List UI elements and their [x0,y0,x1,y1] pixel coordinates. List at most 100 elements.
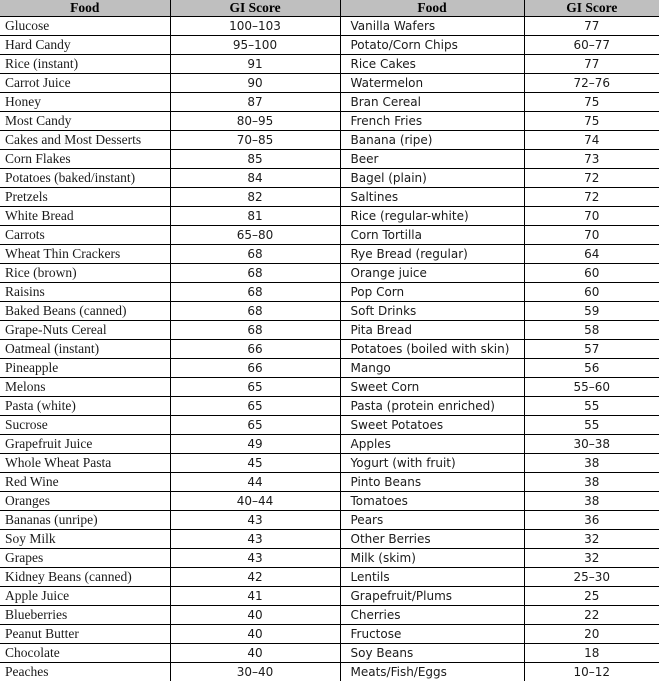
cell-gi-score-right: 60–77 [524,36,659,55]
cell-food-right: Beer [340,150,524,169]
cell-food-left: Pineapple [0,359,170,378]
cell-food-right: Rice (regular-white) [340,207,524,226]
cell-gi-score-left: 43 [170,511,340,530]
cell-food-right: Soft Drinks [340,302,524,321]
cell-food-right: Other Berries [340,530,524,549]
table-row: Rice (brown)68Orange juice60 [0,264,659,283]
cell-food-left: Hard Candy [0,36,170,55]
table-row: Pretzels82Saltines72 [0,188,659,207]
cell-food-right: Pita Bread [340,321,524,340]
table-row: Apple Juice41Grapefruit/Plums25 [0,587,659,606]
cell-gi-score-right: 55 [524,416,659,435]
cell-food-left: Sucrose [0,416,170,435]
cell-gi-score-right: 56 [524,359,659,378]
table-row: Soy Milk43Other Berries32 [0,530,659,549]
cell-gi-score-left: 80–95 [170,112,340,131]
cell-gi-score-left: 70–85 [170,131,340,150]
glycemic-index-table: Food GI Score Food GI Score Glucose100–1… [0,0,659,681]
cell-food-right: Cherries [340,606,524,625]
cell-food-left: Cakes and Most Desserts [0,131,170,150]
cell-food-right: Potato/Corn Chips [340,36,524,55]
cell-gi-score-left: 65 [170,397,340,416]
cell-food-left: Carrots [0,226,170,245]
cell-food-left: Peanut Butter [0,625,170,644]
cell-food-right: Potatoes (boiled with skin) [340,340,524,359]
cell-food-right: Watermelon [340,74,524,93]
cell-gi-score-left: 100–103 [170,17,340,36]
cell-gi-score-left: 45 [170,454,340,473]
cell-gi-score-right: 18 [524,644,659,663]
cell-food-left: Carrot Juice [0,74,170,93]
cell-food-right: Soy Beans [340,644,524,663]
cell-food-left: Pasta (white) [0,397,170,416]
cell-food-right: Apples [340,435,524,454]
cell-food-right: French Fries [340,112,524,131]
cell-gi-score-right: 38 [524,492,659,511]
cell-gi-score-left: 87 [170,93,340,112]
cell-gi-score-left: 49 [170,435,340,454]
cell-gi-score-left: 43 [170,530,340,549]
cell-food-left: Oranges [0,492,170,511]
cell-food-right: Grapefruit/Plums [340,587,524,606]
cell-food-left: Blueberries [0,606,170,625]
table-row: Oatmeal (instant)66Potatoes (boiled with… [0,340,659,359]
cell-gi-score-left: 90 [170,74,340,93]
cell-gi-score-left: 43 [170,549,340,568]
cell-food-right: Bagel (plain) [340,169,524,188]
cell-food-left: Most Candy [0,112,170,131]
table-row: Pasta (white)65Pasta (protein enriched)5… [0,397,659,416]
cell-gi-score-right: 60 [524,264,659,283]
cell-gi-score-left: 40 [170,644,340,663]
table-body: Glucose100–103Vanilla Wafers77Hard Candy… [0,17,659,681]
cell-food-right: Pears [340,511,524,530]
cell-food-right: Corn Tortilla [340,226,524,245]
cell-food-left: Wheat Thin Crackers [0,245,170,264]
table-row: Peanut Butter40Fructose20 [0,625,659,644]
cell-gi-score-left: 68 [170,283,340,302]
cell-food-left: Grapefruit Juice [0,435,170,454]
cell-gi-score-right: 32 [524,530,659,549]
cell-food-left: Raisins [0,283,170,302]
cell-gi-score-left: 40–44 [170,492,340,511]
cell-gi-score-right: 72 [524,188,659,207]
cell-food-right: Lentils [340,568,524,587]
cell-gi-score-left: 84 [170,169,340,188]
cell-gi-score-right: 73 [524,150,659,169]
cell-food-left: Red Wine [0,473,170,492]
cell-food-left: Kidney Beans (canned) [0,568,170,587]
table-row: Red Wine44Pinto Beans38 [0,473,659,492]
cell-gi-score-right: 57 [524,340,659,359]
cell-gi-score-left: 40 [170,625,340,644]
cell-gi-score-right: 10–12 [524,663,659,681]
cell-gi-score-right: 55 [524,397,659,416]
table-row: Hard Candy95–100Potato/Corn Chips60–77 [0,36,659,55]
cell-gi-score-left: 81 [170,207,340,226]
cell-food-right: Bran Cereal [340,93,524,112]
cell-gi-score-right: 72 [524,169,659,188]
cell-food-left: Whole Wheat Pasta [0,454,170,473]
cell-food-left: Rice (brown) [0,264,170,283]
cell-food-right: Yogurt (with fruit) [340,454,524,473]
cell-gi-score-right: 70 [524,207,659,226]
cell-food-left: Potatoes (baked/instant) [0,169,170,188]
cell-food-left: Soy Milk [0,530,170,549]
cell-gi-score-left: 68 [170,321,340,340]
cell-gi-score-right: 60 [524,283,659,302]
cell-gi-score-left: 65 [170,378,340,397]
cell-food-right: Fructose [340,625,524,644]
cell-food-right: Banana (ripe) [340,131,524,150]
table-row: White Bread81Rice (regular-white)70 [0,207,659,226]
table-row: Chocolate40Soy Beans18 [0,644,659,663]
cell-gi-score-right: 59 [524,302,659,321]
table-row: Most Candy80–95French Fries75 [0,112,659,131]
table-row: Bananas (unripe)43Pears36 [0,511,659,530]
cell-food-right: Vanilla Wafers [340,17,524,36]
cell-food-right: Sweet Corn [340,378,524,397]
table-row: Oranges40–44Tomatoes38 [0,492,659,511]
table-row: Carrots65–80Corn Tortilla70 [0,226,659,245]
cell-gi-score-left: 95–100 [170,36,340,55]
cell-gi-score-right: 77 [524,17,659,36]
header-row: Food GI Score Food GI Score [0,0,659,17]
cell-food-right: Sweet Potatoes [340,416,524,435]
column-header-gi-score-left: GI Score [170,0,340,17]
